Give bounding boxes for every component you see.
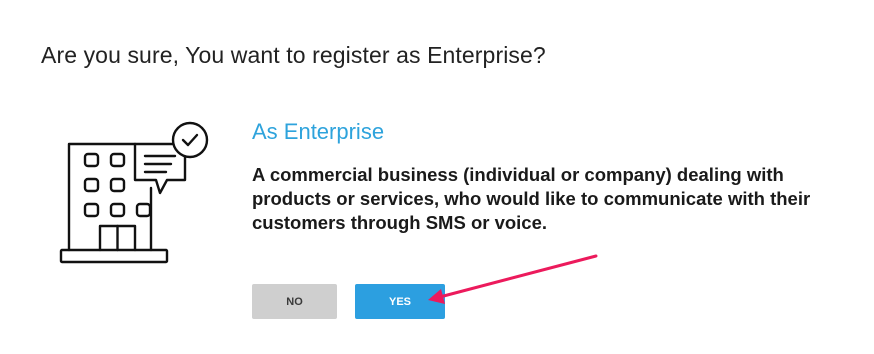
no-button[interactable]: NO: [252, 284, 337, 319]
enterprise-building-icon: [59, 121, 209, 264]
dialog-question: Are you sure, You want to register as En…: [41, 42, 546, 68]
option-description: A commercial business (individual or com…: [252, 164, 811, 233]
option-title: As Enterprise: [252, 119, 385, 144]
yes-button[interactable]: YES: [355, 284, 445, 319]
annotation-arrow: [428, 254, 598, 304]
